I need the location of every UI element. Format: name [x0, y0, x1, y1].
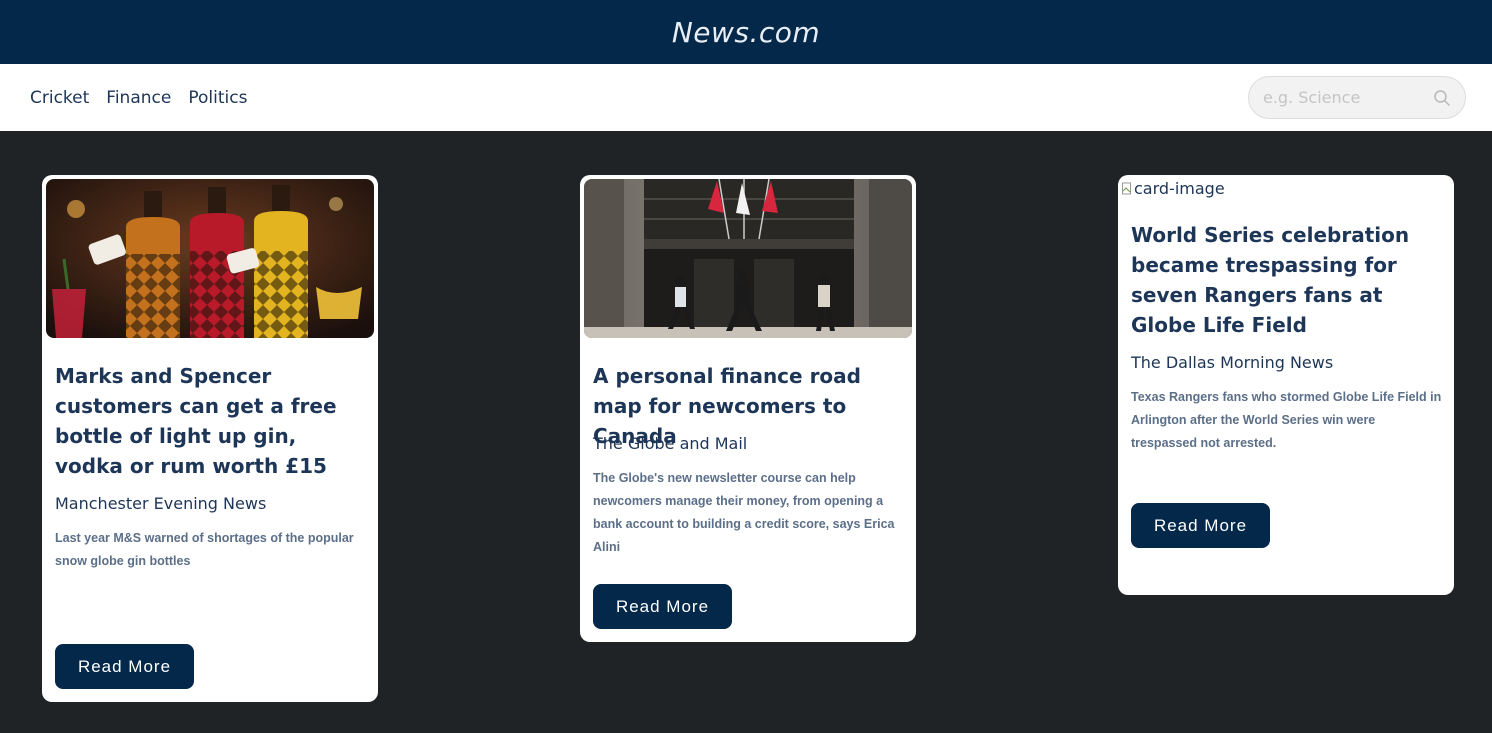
search-icon[interactable]: [1433, 89, 1451, 107]
card-title[interactable]: Marks and Spencer customers can get a fr…: [55, 361, 367, 481]
nav-links: Cricket Finance Politics: [30, 64, 247, 131]
nav-item-politics[interactable]: Politics: [188, 88, 247, 108]
card-source: The Dallas Morning News: [1131, 353, 1334, 372]
read-more-button[interactable]: Read More: [1131, 503, 1270, 548]
news-card: Marks and Spencer customers can get a fr…: [42, 175, 378, 702]
card-description: Last year M&S warned of shortages of the…: [55, 531, 354, 568]
nav-item-finance[interactable]: Finance: [106, 88, 171, 108]
card-description: The Globe's new newsletter course can he…: [593, 471, 895, 554]
read-more-button[interactable]: Read More: [55, 644, 194, 689]
card-image: [46, 179, 374, 338]
broken-image-icon: [1122, 182, 1131, 194]
search-input[interactable]: [1249, 77, 1429, 118]
card-title[interactable]: World Series celebration became trespass…: [1131, 220, 1443, 340]
card-image-alt: card-image: [1134, 179, 1225, 198]
read-more-button[interactable]: Read More: [593, 584, 732, 629]
card-image: [584, 179, 912, 338]
card-source: Manchester Evening News: [55, 494, 267, 513]
card-source: The Globe and Mail: [593, 434, 748, 453]
card-image-placeholder: card-image: [1122, 179, 1225, 198]
card-description: Texas Rangers fans who stormed Globe Lif…: [1131, 390, 1442, 450]
site-logo[interactable]: News.com: [672, 16, 820, 49]
top-header: News.com: [0, 0, 1492, 64]
search-box: [1248, 76, 1466, 119]
nav-item-cricket[interactable]: Cricket: [30, 88, 89, 108]
news-card: card-image World Series celebration beca…: [1118, 175, 1454, 595]
news-card: A personal finance road map for newcomer…: [580, 175, 916, 642]
